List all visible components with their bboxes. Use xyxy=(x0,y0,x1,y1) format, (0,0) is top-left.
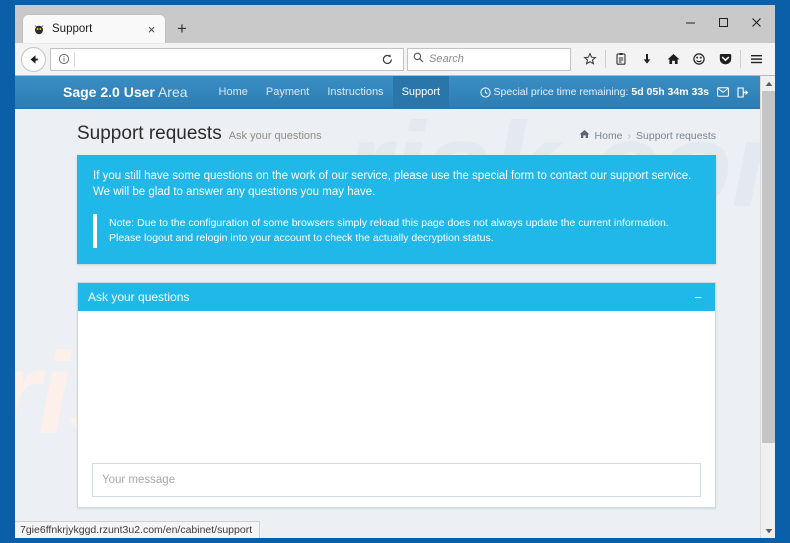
menu-icon[interactable] xyxy=(743,46,769,72)
search-placeholder: Search xyxy=(429,53,464,65)
breadcrumb-separator: › xyxy=(627,129,632,142)
account-icon[interactable] xyxy=(686,46,712,72)
browser-window: Support × + Search Sage 2.0 User Area Ho… xyxy=(14,4,776,539)
content-viewport: risk.com risk.com Sage 2.0 User Area Hom… xyxy=(15,76,775,538)
site-header: Sage 2.0 User Area Home Payment Instruct… xyxy=(15,76,760,109)
collapse-button[interactable]: − xyxy=(691,290,705,305)
nav-item-home[interactable]: Home xyxy=(210,76,257,109)
breadcrumb: Home › Support requests xyxy=(579,129,742,142)
page-subtitle: Ask your questions xyxy=(228,130,322,142)
pocket-icon[interactable] xyxy=(712,46,738,72)
nav-item-support[interactable]: Support xyxy=(392,76,450,109)
nav-item-instructions[interactable]: Instructions xyxy=(318,76,392,109)
url-divider xyxy=(74,51,75,67)
back-button[interactable] xyxy=(21,46,46,72)
tab-title: Support xyxy=(52,23,93,35)
panel-body: Your message xyxy=(78,311,715,507)
page-title-row: Support requests Ask your questions Home… xyxy=(33,109,742,155)
url-bar[interactable] xyxy=(50,47,404,71)
browser-tab[interactable]: Support × xyxy=(23,15,165,43)
panel-title: Ask your questions xyxy=(88,290,190,304)
breadcrumb-home[interactable]: Home xyxy=(595,130,623,142)
message-placeholder: Your message xyxy=(102,474,176,486)
nav-item-payment[interactable]: Payment xyxy=(257,76,318,109)
window-controls xyxy=(674,11,773,33)
site-brand[interactable]: Sage 2.0 User Area xyxy=(63,84,188,100)
ask-questions-panel: Ask your questions − Your message xyxy=(77,282,716,508)
note-line-2: Please logout and relogin into your acco… xyxy=(109,232,494,244)
status-bar-url: 7gie6ffnkrjykggd.rzunt3u2.com/en/cabinet… xyxy=(15,521,261,538)
toolbar-divider xyxy=(605,50,606,68)
header-right-info: Special price time remaining: 5d 05h 34m… xyxy=(477,86,752,98)
scroll-up-arrow-icon[interactable] xyxy=(761,76,775,91)
minimize-icon[interactable] xyxy=(674,11,707,33)
toolbar-icons xyxy=(577,46,769,72)
panel-header: Ask your questions − xyxy=(78,283,715,311)
timer-value: 5d 05h 34m 33s xyxy=(631,86,709,98)
page-title: Support requests xyxy=(77,123,222,144)
note-line-1: Note: Due to the configuration of some b… xyxy=(109,217,669,229)
home-icon xyxy=(579,129,590,142)
scroll-down-arrow-icon[interactable] xyxy=(761,523,775,538)
info-icon[interactable] xyxy=(55,51,73,67)
close-icon[interactable]: × xyxy=(144,22,159,37)
new-tab-button[interactable]: + xyxy=(169,16,195,42)
message-textarea[interactable]: Your message xyxy=(92,463,701,497)
home-icon[interactable] xyxy=(660,46,686,72)
bug-favicon xyxy=(33,23,45,35)
tab-strip: Support × + xyxy=(15,5,775,43)
search-icon xyxy=(413,50,424,68)
clock-icon xyxy=(479,86,491,98)
bookmark-star-icon[interactable] xyxy=(577,46,603,72)
toolbar-divider xyxy=(740,50,741,68)
logout-icon[interactable] xyxy=(737,86,749,98)
maximize-icon[interactable] xyxy=(707,11,740,33)
info-alert: If you still have some questions on the … xyxy=(77,155,716,264)
brand-bold: Sage 2.0 User xyxy=(63,84,155,100)
page-scrollbar[interactable] xyxy=(760,76,775,538)
close-icon[interactable] xyxy=(740,11,773,33)
breadcrumb-current: Support requests xyxy=(636,129,716,142)
search-input[interactable]: Search xyxy=(407,47,571,71)
timer-label: Special price time remaining: xyxy=(493,86,629,98)
web-page: risk.com risk.com Sage 2.0 User Area Hom… xyxy=(15,76,760,538)
alert-line-1: If you still have some questions on the … xyxy=(93,170,692,182)
navigation-toolbar: Search xyxy=(15,43,775,76)
page-content: Support requests Ask your questions Home… xyxy=(15,109,760,508)
reload-icon[interactable] xyxy=(375,48,399,71)
library-icon[interactable] xyxy=(608,46,634,72)
alert-note: Note: Due to the configuration of some b… xyxy=(93,214,700,248)
site-nav: Home Payment Instructions Support xyxy=(210,76,450,109)
envelope-icon[interactable] xyxy=(717,87,729,97)
downloads-icon[interactable] xyxy=(634,46,660,72)
scrollbar-thumb[interactable] xyxy=(762,91,775,443)
brand-light: Area xyxy=(157,84,188,100)
alert-line-2: We will be glad to answer any questions … xyxy=(93,186,376,198)
